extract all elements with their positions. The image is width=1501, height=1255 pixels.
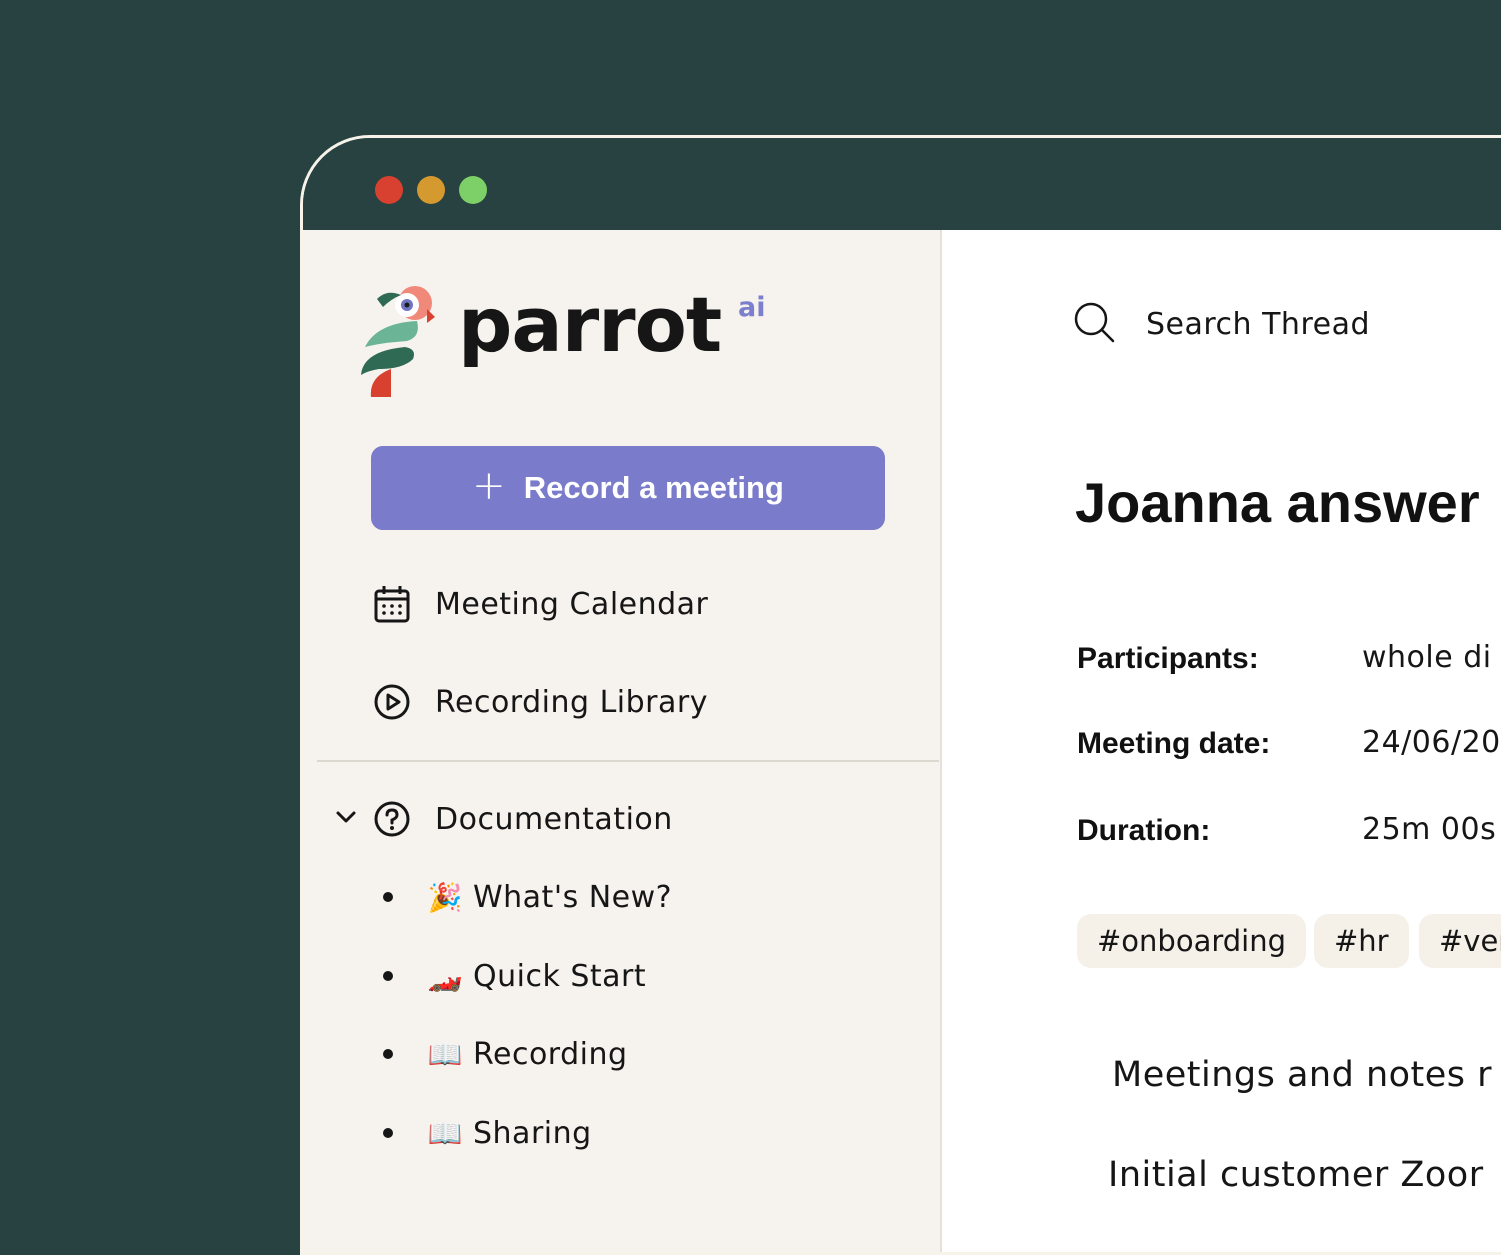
nav-item-recording-library[interactable]: Recording Library (373, 679, 708, 725)
nav-item-meeting-calendar[interactable]: Meeting Calendar (373, 581, 708, 627)
nav-item-label: Recording Library (435, 684, 708, 720)
meeting-date-label: Meeting date: (1077, 727, 1271, 760)
search-icon (1072, 300, 1116, 348)
brand-name: parrot (458, 280, 722, 369)
tag-chip[interactable]: #onboarding (1077, 914, 1307, 968)
tag-chip[interactable]: #hr (1314, 914, 1409, 968)
participants-value: whole di (1362, 640, 1492, 675)
tag-chip[interactable]: #very (1419, 914, 1501, 968)
nav-item-documentation[interactable]: Documentation (373, 796, 673, 842)
doc-item-whats-new[interactable]: 🎉 What's New? (383, 876, 672, 918)
plus-icon: + (472, 463, 506, 509)
close-window-button[interactable] (375, 176, 403, 204)
doc-item-label: Sharing (473, 1115, 592, 1151)
bullet (383, 1049, 393, 1059)
meeting-date-value: 24/06/20 (1362, 725, 1501, 760)
nav-item-label: Meeting Calendar (435, 586, 709, 622)
doc-item-label: Recording (473, 1036, 628, 1072)
main-content: Search Thread Joanna answer Participants… (942, 230, 1501, 1252)
party-popper-icon: 🎉 (427, 880, 463, 914)
bullet (383, 892, 393, 902)
bullet (383, 971, 393, 981)
doc-item-recording[interactable]: 📖 Recording (383, 1033, 628, 1075)
bullet (383, 1128, 393, 1138)
doc-item-sharing[interactable]: 📖 Sharing (383, 1112, 592, 1154)
sidebar: parrot ai + Record a meeting Meeting Cal… (303, 230, 942, 1252)
chevron-down-icon[interactable] (333, 804, 359, 830)
search-thread-input[interactable]: Search Thread (1072, 300, 1370, 348)
brand-superscript: ai (738, 292, 766, 323)
search-placeholder: Search Thread (1146, 306, 1370, 342)
body-text-line: Meetings and notes r (1112, 1055, 1493, 1095)
open-book-icon: 📖 (427, 1037, 463, 1071)
calendar-icon (373, 585, 411, 623)
race-car-icon: 🏎️ (427, 959, 463, 993)
app-window: parrot ai + Record a meeting Meeting Cal… (300, 135, 1501, 1255)
record-meeting-label: Record a meeting (523, 470, 784, 505)
maximize-window-button[interactable] (459, 176, 487, 204)
play-circle-icon (373, 683, 411, 721)
participants-label: Participants: (1077, 642, 1259, 675)
help-circle-icon (373, 800, 411, 838)
record-meeting-button[interactable]: + Record a meeting (371, 446, 885, 530)
doc-item-quick-start[interactable]: 🏎️ Quick Start (383, 955, 646, 997)
doc-item-label: What's New? (473, 879, 673, 915)
nav-item-label: Documentation (435, 801, 673, 837)
minimize-window-button[interactable] (417, 176, 445, 204)
parrot-logo-icon (357, 285, 437, 400)
title-bar (303, 138, 1501, 230)
page-title: Joanna answer (1075, 471, 1480, 534)
duration-value: 25m 00s (1362, 812, 1497, 847)
duration-label: Duration: (1077, 814, 1211, 847)
body-text-line: Initial customer Zoor (1108, 1155, 1484, 1195)
open-book-icon: 📖 (427, 1116, 463, 1150)
sidebar-divider (317, 760, 939, 762)
doc-item-label: Quick Start (473, 958, 647, 994)
